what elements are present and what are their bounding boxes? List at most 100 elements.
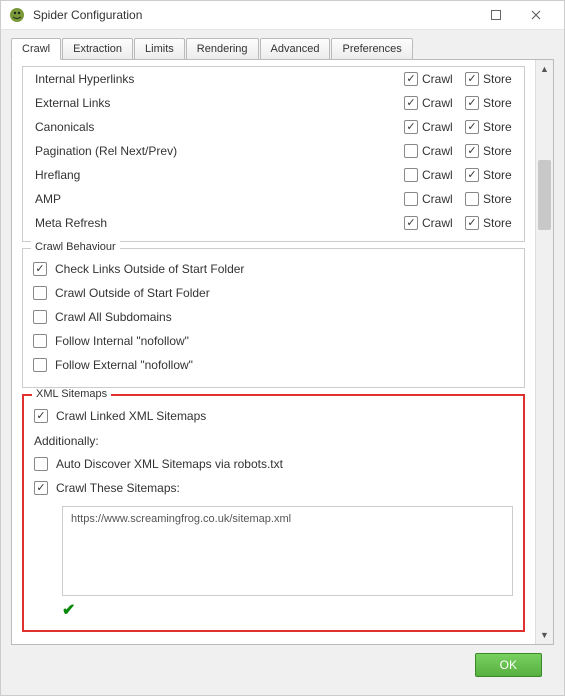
crawl-checkbox[interactable] <box>404 216 418 230</box>
link-row-label: External Links <box>35 96 396 110</box>
store-checkbox-col: Store <box>465 216 518 230</box>
option-label: Crawl Outside of Start Folder <box>55 286 210 300</box>
link-row: Hreflang Crawl Store <box>23 163 524 187</box>
tab-advanced[interactable]: Advanced <box>260 38 331 59</box>
sitemap-valid-indicator: ✔ <box>62 596 513 620</box>
link-row-label: Canonicals <box>35 120 396 134</box>
crawl-these-sitemaps-option[interactable]: Crawl These Sitemaps: <box>34 476 513 500</box>
auto-discover-sitemaps-option[interactable]: Auto Discover XML Sitemaps via robots.tx… <box>34 452 513 476</box>
store-checkbox-col: Store <box>465 96 518 110</box>
store-checkbox-col: Store <box>465 168 518 182</box>
crawl-col-label: Crawl <box>422 168 457 182</box>
link-row: Meta Refresh Crawl Store <box>23 211 524 235</box>
maximize-button[interactable] <box>476 1 516 29</box>
store-checkbox[interactable] <box>465 168 479 182</box>
crawl-checkbox-col: Crawl <box>404 72 457 86</box>
store-checkbox-col: Store <box>465 144 518 158</box>
tab-limits[interactable]: Limits <box>134 38 185 59</box>
scroll-content: Internal HyperlinksCrawlStoreExternal Li… <box>12 60 535 644</box>
ok-button[interactable]: OK <box>475 653 542 677</box>
tab-rendering[interactable]: Rendering <box>186 38 259 59</box>
checkbox[interactable] <box>33 310 47 324</box>
store-checkbox[interactable] <box>465 144 479 158</box>
dialog-footer: OK <box>11 645 554 685</box>
crawl-checkbox[interactable] <box>404 72 418 86</box>
link-row-label: Meta Refresh <box>35 216 396 230</box>
link-row-label: Hreflang <box>35 168 396 182</box>
option-label: Crawl All Subdomains <box>55 310 172 324</box>
store-col-label: Store <box>483 96 518 110</box>
crawl-checkbox[interactable] <box>404 144 418 158</box>
titlebar: Spider Configuration <box>1 1 564 30</box>
fieldset-title: Crawl Behaviour <box>31 241 120 253</box>
crawl-checkbox[interactable] <box>404 120 418 134</box>
option-label: Follow External "nofollow" <box>55 358 193 372</box>
store-checkbox[interactable] <box>465 96 479 110</box>
crawl-col-label: Crawl <box>422 144 457 158</box>
behaviour-option[interactable]: Follow Internal "nofollow" <box>33 329 514 353</box>
crawl-checkbox-col: Crawl <box>404 96 457 110</box>
fieldset-title: XML Sitemaps <box>32 388 111 400</box>
link-options-panel: Internal HyperlinksCrawlStoreExternal Li… <box>22 66 525 242</box>
checkbox[interactable] <box>34 409 48 423</box>
tab-crawl[interactable]: Crawl <box>11 38 61 60</box>
store-checkbox-col: Store <box>465 72 518 86</box>
behaviour-option[interactable]: Check Links Outside of Start Folder <box>33 257 514 281</box>
store-col-label: Store <box>483 168 518 182</box>
tab-panel: Internal HyperlinksCrawlStoreExternal Li… <box>11 60 554 645</box>
crawl-checkbox[interactable] <box>404 168 418 182</box>
link-row: Internal HyperlinksCrawlStore <box>23 67 524 91</box>
option-label: Auto Discover XML Sitemaps via robots.tx… <box>56 457 283 471</box>
dialog-window: Spider Configuration Crawl Extraction Li… <box>0 0 565 696</box>
scroll-down-arrow[interactable]: ▼ <box>536 626 553 644</box>
store-checkbox[interactable] <box>465 72 479 86</box>
checkmark-icon: ✔ <box>62 602 75 619</box>
link-row: AMP Crawl Store <box>23 187 524 211</box>
checkbox[interactable] <box>33 262 47 276</box>
crawl-col-label: Crawl <box>422 192 457 206</box>
crawl-linked-sitemaps-option[interactable]: Crawl Linked XML Sitemaps <box>34 404 513 428</box>
close-button[interactable] <box>516 1 556 29</box>
crawl-checkbox[interactable] <box>404 192 418 206</box>
app-icon <box>9 7 25 23</box>
checkbox[interactable] <box>34 457 48 471</box>
store-checkbox[interactable] <box>465 120 479 134</box>
vertical-scrollbar[interactable]: ▲ ▼ <box>535 60 553 644</box>
crawl-checkbox[interactable] <box>404 96 418 110</box>
crawl-behaviour-fieldset: Crawl Behaviour Check Links Outside of S… <box>22 248 525 388</box>
content-area: Crawl Extraction Limits Rendering Advanc… <box>1 30 564 695</box>
crawl-checkbox-col: Crawl <box>404 144 457 158</box>
link-row-label: AMP <box>35 192 396 206</box>
crawl-col-label: Crawl <box>422 96 457 110</box>
crawl-checkbox-col: Crawl <box>404 192 457 206</box>
sitemap-url-textarea[interactable]: https://www.screamingfrog.co.uk/sitemap.… <box>62 506 513 596</box>
tab-preferences[interactable]: Preferences <box>331 38 412 59</box>
link-row: Canonicals Crawl Store <box>23 115 524 139</box>
store-col-label: Store <box>483 192 518 206</box>
store-checkbox[interactable] <box>465 192 479 206</box>
store-checkbox-col: Store <box>465 120 518 134</box>
link-row: External Links Crawl Store <box>23 91 524 115</box>
crawl-col-label: Crawl <box>422 216 457 230</box>
store-col-label: Store <box>483 216 518 230</box>
link-row: Pagination (Rel Next/Prev) Crawl Store <box>23 139 524 163</box>
checkbox[interactable] <box>33 286 47 300</box>
store-col-label: Store <box>483 144 518 158</box>
checkbox[interactable] <box>33 358 47 372</box>
checkbox[interactable] <box>34 481 48 495</box>
crawl-col-label: Crawl <box>422 120 457 134</box>
scroll-up-arrow[interactable]: ▲ <box>536 60 553 78</box>
option-label: Crawl These Sitemaps: <box>56 481 180 495</box>
store-checkbox[interactable] <box>465 216 479 230</box>
window-title: Spider Configuration <box>33 8 476 22</box>
link-row-label: Pagination (Rel Next/Prev) <box>35 144 396 158</box>
tab-bar: Crawl Extraction Limits Rendering Advanc… <box>11 38 554 60</box>
scroll-thumb[interactable] <box>538 160 551 230</box>
checkbox[interactable] <box>33 334 47 348</box>
option-label: Follow Internal "nofollow" <box>55 334 189 348</box>
behaviour-option[interactable]: Crawl All Subdomains <box>33 305 514 329</box>
behaviour-option[interactable]: Crawl Outside of Start Folder <box>33 281 514 305</box>
crawl-checkbox-col: Crawl <box>404 168 457 182</box>
behaviour-option[interactable]: Follow External "nofollow" <box>33 353 514 377</box>
tab-extraction[interactable]: Extraction <box>62 38 133 59</box>
